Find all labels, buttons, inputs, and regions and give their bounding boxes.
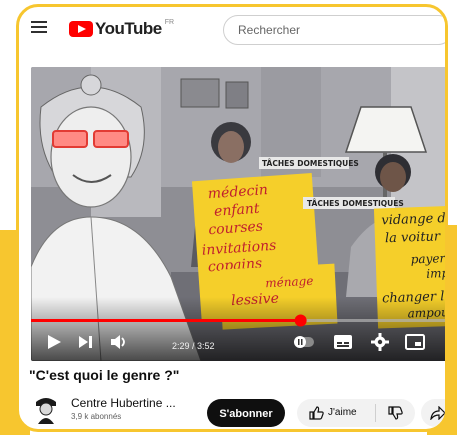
note-word: vidange d (381, 211, 446, 228)
miniplayer-icon[interactable] (405, 334, 425, 350)
settings-gear-icon[interactable] (371, 333, 389, 351)
autoplay-toggle-icon[interactable] (293, 334, 315, 350)
video-player[interactable]: médecin enfant courses invitations copai… (31, 67, 448, 361)
video-time: 2:29 / 3:52 (172, 341, 215, 351)
progress-fill (31, 319, 301, 322)
play-icon[interactable] (45, 333, 63, 351)
volume-icon[interactable] (109, 333, 129, 351)
like-label: J'aime (328, 407, 357, 418)
video-title: "C'est quoi le genre ?" (29, 367, 180, 383)
task-tag: TÂCHES DOMESTIQUES (307, 199, 404, 208)
region-code: FR (164, 18, 175, 26)
phone-frame: YouTube FR Rechercher médecin enfant cou… (16, 4, 448, 432)
logo-text: YouTube (95, 19, 162, 38)
dislike-button[interactable] (376, 399, 415, 427)
share-icon (430, 406, 445, 420)
share-button[interactable] (421, 399, 445, 427)
note-word: enfant (214, 201, 261, 220)
subscriber-count: 3,9 k abonnés (71, 412, 122, 421)
note-word: ménage (265, 274, 314, 291)
search-box[interactable] (223, 15, 445, 45)
search-input[interactable] (236, 22, 440, 38)
subtitles-icon[interactable] (333, 334, 353, 350)
progress-knob (294, 314, 307, 327)
thumbs-up-icon (309, 406, 324, 420)
note-word: la voitur (385, 229, 441, 246)
top-bar: YouTube FR (19, 7, 445, 51)
youtube-logo[interactable]: YouTube FR (69, 18, 175, 38)
note-word: imp (426, 266, 448, 281)
menu-icon[interactable] (31, 21, 47, 33)
channel-name[interactable]: Centre Hubertine ... (71, 396, 176, 410)
youtube-play-icon (69, 21, 93, 37)
subscribe-button[interactable]: S'abonner (207, 399, 285, 427)
note-word: payer (410, 251, 446, 266)
like-button[interactable]: J'aime (297, 399, 375, 427)
task-tag: TÂCHES DOMESTIQUES (262, 159, 359, 168)
thumbs-down-icon (388, 406, 403, 420)
next-icon[interactable] (77, 333, 95, 351)
channel-avatar[interactable] (30, 392, 62, 424)
like-dislike-group: J'aime (297, 399, 415, 427)
video-frame: médecin enfant courses invitations copai… (31, 67, 448, 361)
